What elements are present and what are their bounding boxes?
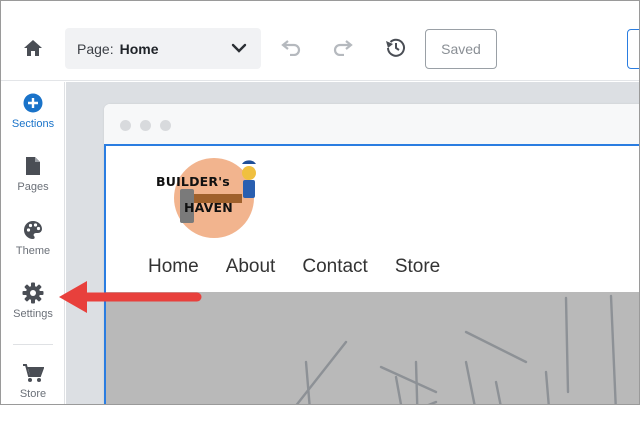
sidebar-item-store[interactable]: Store — [1, 360, 65, 404]
history-icon — [386, 38, 405, 57]
sidebar-divider — [13, 344, 53, 345]
sidebar-item-label: Pages — [17, 181, 49, 193]
home-icon — [24, 40, 42, 56]
site-header-section[interactable]: BUILDER's HAVEN Home About Contact Store — [104, 144, 639, 404]
saved-button[interactable]: Saved — [425, 29, 497, 69]
logo-line-2: HAVEN — [184, 200, 233, 215]
plus-circle-icon — [23, 93, 43, 113]
gear-icon — [22, 282, 44, 304]
site-nav: Home About Contact Store — [148, 256, 467, 278]
undo-icon — [281, 40, 301, 56]
sidebar-item-pages[interactable]: Pages — [1, 153, 65, 209]
chevron-down-icon — [231, 43, 247, 53]
nav-link-store[interactable]: Store — [395, 256, 440, 278]
editor-window: Page: Home Saved Sections Pages Theme Se… — [0, 0, 640, 405]
site-preview-frame: BUILDER's HAVEN Home About Contact Store — [104, 104, 639, 404]
palette-icon — [24, 221, 42, 239]
browser-bar — [104, 104, 639, 144]
page-select-label: Page: — [77, 40, 114, 57]
logo-graphic — [174, 158, 256, 238]
page-select-value: Home — [119, 40, 159, 57]
redo-icon — [333, 40, 353, 56]
sidebar-item-theme[interactable]: Theme — [1, 217, 65, 273]
undo-button[interactable] — [277, 35, 305, 61]
window-dot — [140, 120, 151, 131]
sidebar-item-settings[interactable]: Settings — [1, 280, 65, 336]
home-button[interactable] — [17, 33, 49, 63]
nav-link-about[interactable]: About — [226, 256, 276, 278]
publish-button-edge[interactable] — [627, 29, 639, 69]
history-button[interactable] — [381, 35, 409, 61]
page-select[interactable]: Page: Home — [65, 28, 261, 69]
sidebar-item-label: Store — [19, 388, 47, 400]
sidebar-item-label: Settings — [13, 308, 53, 320]
cart-icon — [23, 364, 44, 382]
nav-link-home[interactable]: Home — [148, 256, 199, 278]
sidebar-item-sections[interactable]: Sections — [1, 90, 65, 146]
annotation-arrow — [59, 281, 202, 313]
site-logo[interactable]: BUILDER's HAVEN — [156, 154, 258, 240]
window-dot — [120, 120, 131, 131]
editor-canvas: BUILDER's HAVEN Home About Contact Store — [66, 82, 639, 404]
window-dot — [160, 120, 171, 131]
logo-line-1: BUILDER's — [156, 174, 230, 189]
sidebar-item-label: Theme — [15, 245, 51, 257]
sidebar-item-label: Sections — [11, 118, 55, 130]
redo-button[interactable] — [329, 35, 357, 61]
top-toolbar: Page: Home Saved — [1, 1, 639, 81]
page-icon — [26, 157, 40, 175]
nav-link-contact[interactable]: Contact — [302, 256, 367, 278]
left-sidebar: Sections Pages Theme Settings Store — [1, 82, 65, 404]
